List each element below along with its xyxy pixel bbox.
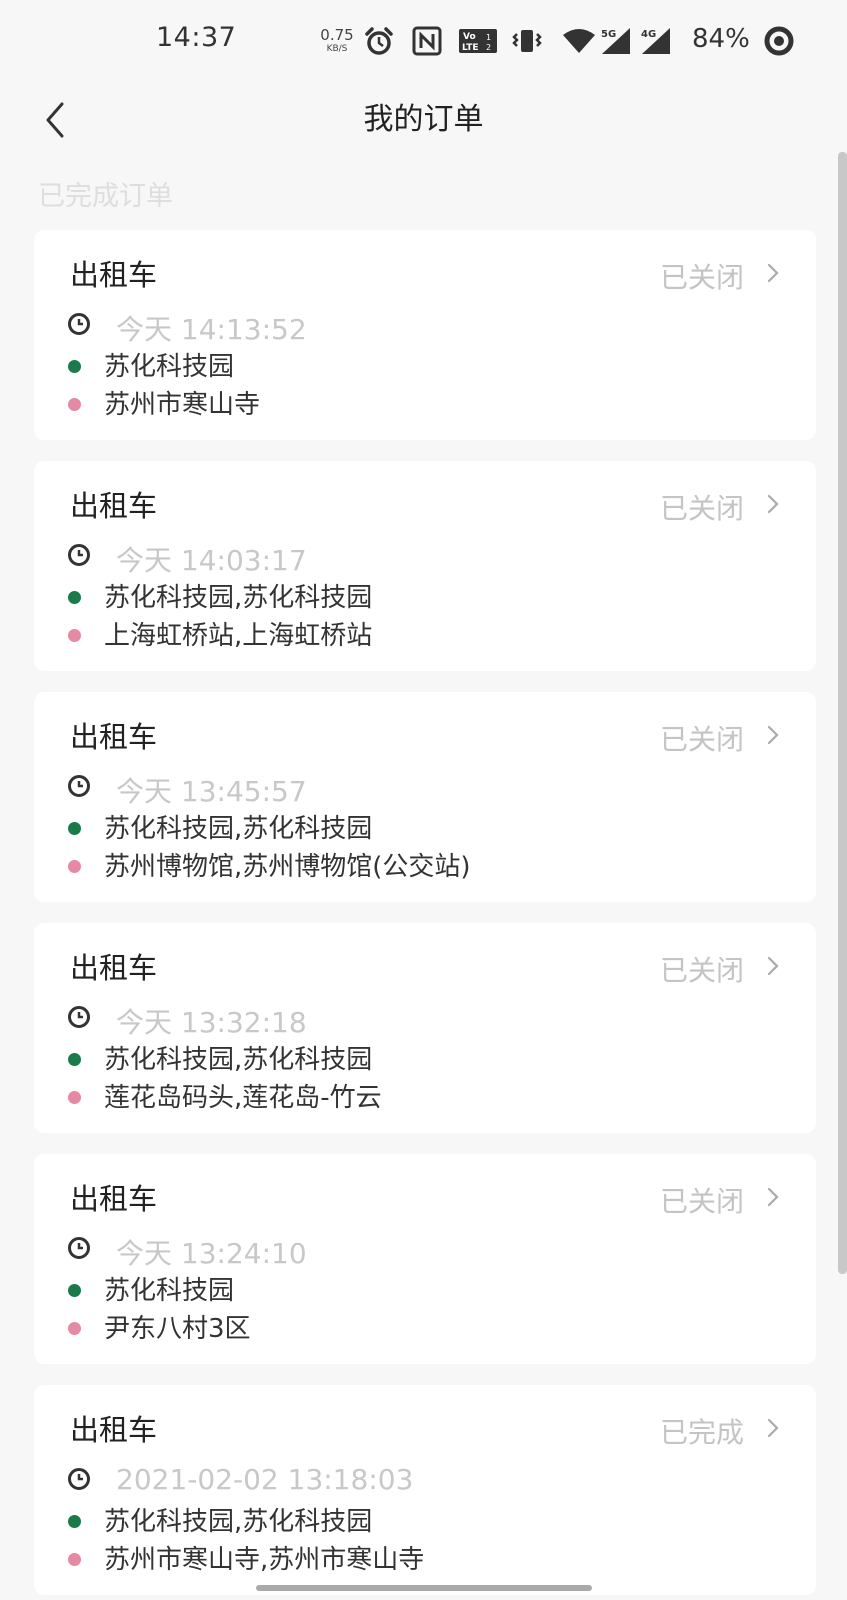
home-indicator[interactable] — [256, 1585, 592, 1591]
start-point-dot — [68, 360, 81, 373]
end-point-dot — [68, 1553, 81, 1566]
status-time: 14:37 — [156, 22, 237, 53]
end-point-dot — [68, 398, 81, 411]
svg-text:Vo: Vo — [463, 32, 476, 42]
order-type: 出租车 — [70, 951, 158, 985]
start-point-dot — [68, 1053, 81, 1066]
start-address: 苏化科技园,苏化科技园 — [104, 583, 373, 613]
order-card[interactable]: 出租车 已关闭 今天 14:03:17 苏化科技园,苏化科技园 上海虹桥站,上海… — [34, 461, 816, 671]
start-address: 苏化科技园 — [104, 352, 235, 382]
chevron-right-icon — [767, 725, 779, 745]
wifi-icon — [563, 29, 595, 53]
order-time: 今天 13:24:10 — [116, 1237, 307, 1270]
svg-text:4G: 4G — [641, 29, 656, 40]
order-type: 出租车 — [70, 720, 158, 754]
clock-icon — [68, 544, 90, 566]
battery-ring-icon — [764, 26, 794, 56]
start-point-dot — [68, 591, 81, 604]
end-point-dot — [68, 860, 81, 873]
start-point-dot — [68, 1284, 81, 1297]
end-address: 莲花岛码头,莲花岛-竹云 — [104, 1083, 382, 1113]
scrollbar[interactable] — [838, 152, 847, 1274]
nav-bar: 我的订单 — [0, 84, 847, 160]
end-point-dot — [68, 1091, 81, 1104]
chevron-right-icon — [767, 263, 779, 283]
order-status: 已关闭 — [659, 492, 744, 525]
clock-icon — [68, 1468, 90, 1490]
order-time: 今天 14:03:17 — [116, 544, 307, 577]
screen: 14:37 0.75 KB/S Vo LTE 1 2 5G 4G 84% 我的订… — [0, 0, 847, 1600]
start-address: 苏化科技园,苏化科技园 — [104, 1045, 373, 1075]
order-list: 出租车 已关闭 今天 14:13:52 苏化科技园 苏州市寒山寺 出租车 已关闭… — [34, 230, 816, 1600]
svg-text:LTE: LTE — [462, 43, 479, 53]
order-card[interactable]: 出租车 已关闭 今天 14:13:52 苏化科技园 苏州市寒山寺 — [34, 230, 816, 440]
end-address: 上海虹桥站,上海虹桥站 — [104, 621, 373, 651]
clock-icon — [68, 775, 90, 797]
end-point-dot — [68, 1322, 81, 1335]
order-status: 已关闭 — [659, 954, 744, 987]
end-address: 苏州市寒山寺,苏州市寒山寺 — [104, 1545, 425, 1575]
page-title: 我的订单 — [363, 102, 484, 137]
order-type: 出租车 — [70, 1182, 158, 1216]
start-point-dot — [68, 1515, 81, 1528]
chevron-right-icon — [767, 494, 779, 514]
end-address: 苏州博物馆,苏州博物馆(公交站) — [104, 852, 471, 882]
svg-text:5G: 5G — [601, 29, 616, 40]
chevron-right-icon — [767, 956, 779, 976]
network-speed-unit: KB/S — [326, 44, 348, 54]
nfc-icon — [412, 26, 442, 56]
network-speed: 0.75 KB/S — [318, 28, 356, 54]
order-status: 已关闭 — [659, 1185, 744, 1218]
chevron-right-icon — [767, 1187, 779, 1207]
order-type: 出租车 — [70, 258, 158, 292]
status-bar: 14:37 0.75 KB/S Vo LTE 1 2 5G 4G 84% — [0, 0, 847, 84]
volte-icon: Vo LTE 1 2 — [459, 29, 497, 53]
order-card[interactable]: 出租车 已关闭 今天 13:32:18 苏化科技园,苏化科技园 莲花岛码头,莲花… — [34, 923, 816, 1133]
order-type: 出租车 — [70, 489, 158, 523]
order-card[interactable]: 出租车 已关闭 今天 13:24:10 苏化科技园 尹东八村3区 — [34, 1154, 816, 1364]
start-address: 苏化科技园,苏化科技园 — [104, 814, 373, 844]
order-time: 今天 13:32:18 — [116, 1006, 307, 1039]
order-type: 出租车 — [70, 1413, 158, 1447]
order-card[interactable]: 出租车 已关闭 今天 13:45:57 苏化科技园,苏化科技园 苏州博物馆,苏州… — [34, 692, 816, 902]
vibrate-icon — [512, 30, 542, 52]
order-time: 2021-02-02 13:18:03 — [116, 1463, 414, 1496]
end-address: 苏州市寒山寺 — [104, 390, 261, 420]
end-point-dot — [68, 629, 81, 642]
order-status: 已完成 — [659, 1416, 744, 1449]
clock-icon — [68, 1237, 90, 1259]
alarm-icon — [365, 27, 393, 55]
order-status: 已关闭 — [659, 261, 744, 294]
clock-icon — [68, 313, 90, 335]
chevron-right-icon — [767, 1418, 779, 1438]
signal-5g-icon: 5G — [601, 28, 630, 54]
order-card[interactable]: 出租车 已完成 2021-02-02 13:18:03 苏化科技园,苏化科技园 … — [34, 1385, 816, 1595]
end-address: 尹东八村3区 — [104, 1314, 251, 1344]
start-address: 苏化科技园,苏化科技园 — [104, 1507, 373, 1537]
start-address: 苏化科技园 — [104, 1276, 235, 1306]
svg-text:2: 2 — [486, 43, 491, 52]
battery-percentage: 84% — [692, 24, 750, 54]
clock-icon — [68, 1006, 90, 1028]
section-label-completed: 已完成订单 — [38, 181, 173, 212]
signal-4g-icon: 4G — [641, 28, 670, 54]
order-time: 今天 14:13:52 — [116, 313, 307, 346]
network-speed-value: 0.75 — [320, 26, 354, 44]
order-time: 今天 13:45:57 — [116, 775, 307, 808]
svg-text:1: 1 — [486, 33, 491, 42]
order-status: 已关闭 — [659, 723, 744, 756]
start-point-dot — [68, 822, 81, 835]
